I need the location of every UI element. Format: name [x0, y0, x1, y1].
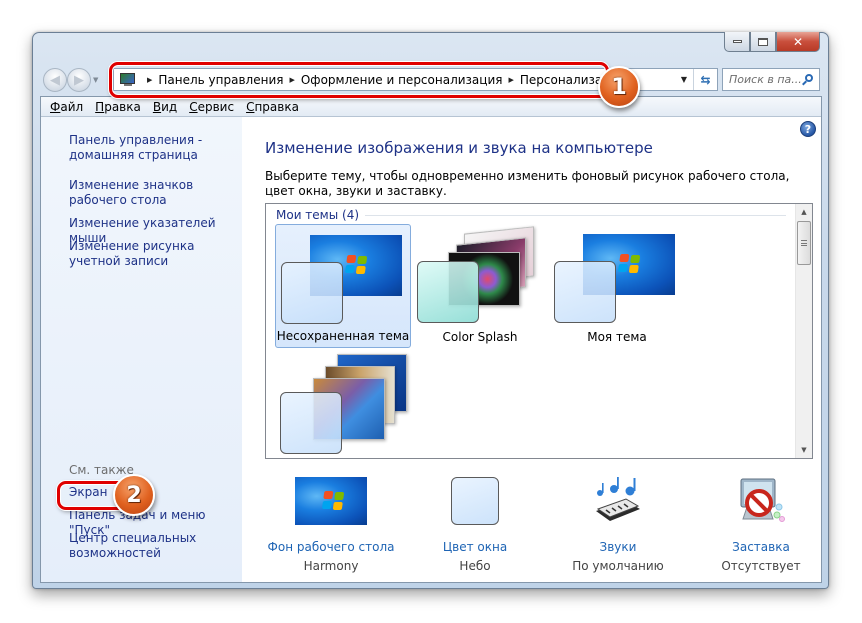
sidebar-link-control-panel-home[interactable]: Панель управления - домашняя страница [69, 133, 244, 163]
menu-tools[interactable]: Сервис [189, 100, 234, 114]
group-divider [365, 214, 786, 216]
group-header-label: Мои темы (4) [276, 208, 360, 222]
maximize-button[interactable] [750, 32, 776, 52]
navigation-bar: ◀ ▶ ▼ ▶ Панель управления ▶ Оформление и… [41, 66, 820, 92]
menu-view[interactable]: Вид [153, 100, 177, 114]
search-box[interactable] [722, 68, 820, 91]
sidebar-link-account-picture[interactable]: Изменение рисунка учетной записи [69, 239, 244, 269]
breadcrumb-appearance[interactable]: Оформление и персонализация [301, 73, 503, 87]
back-arrow-icon: ◀ [50, 72, 60, 88]
client-area: Файл Правка Вид Сервис Справка Панель уп… [40, 96, 822, 583]
screen-saver-value: Отсутствует [721, 559, 801, 573]
windows-logo-icon [344, 255, 370, 275]
theme-name: Моя тема [587, 330, 647, 344]
desktop-background-value: Harmony [303, 559, 359, 573]
maximize-icon [758, 37, 768, 46]
menu-file[interactable]: Файл [50, 100, 83, 114]
close-icon: ✕ [792, 34, 804, 49]
theme-name: Color Splash [442, 330, 518, 344]
group-header-my-themes[interactable]: Мои темы (4) [276, 208, 786, 222]
scroll-down-arrow-icon[interactable]: ▼ [796, 442, 812, 458]
sidebar-link-desktop-icons[interactable]: Изменение значков рабочего стола [69, 178, 244, 208]
theme-window-color-swatch [281, 262, 343, 324]
control-panel-icon [119, 72, 137, 87]
desktop-background-link[interactable]: Фон рабочего стола [256, 540, 406, 554]
scroll-thumb[interactable] [797, 221, 811, 265]
theme-window-color-swatch [280, 392, 342, 454]
menu-help[interactable]: Справка [246, 100, 299, 114]
screen-saver-link[interactable]: Заставка [686, 540, 836, 554]
forward-arrow-icon: ▶ [74, 72, 84, 88]
sounds-link[interactable]: Звуки [543, 540, 693, 554]
menu-bar: Файл Правка Вид Сервис Справка [41, 97, 821, 117]
annotation-badge-1: 1 [598, 66, 640, 108]
windows-logo-icon [321, 491, 347, 511]
windows-logo-icon [617, 254, 643, 274]
breadcrumb-chevron-icon[interactable]: ▶ [289, 76, 294, 84]
theme-tile-architecture[interactable] [275, 350, 411, 458]
forward-button[interactable]: ▶ [67, 68, 91, 92]
grip-icon [801, 240, 807, 246]
minimize-icon [732, 40, 742, 43]
sidebar-link-ease-of-access[interactable]: Центр специальных возможностей [69, 531, 199, 561]
close-button[interactable]: ✕ [776, 32, 820, 52]
back-button[interactable]: ◀ [43, 68, 67, 92]
window-color-link[interactable]: Цвет окна [400, 540, 550, 554]
address-dropdown-button[interactable]: ▼ [675, 75, 693, 84]
sounds-value: По умолчанию [572, 559, 664, 573]
page-description: Выберите тему, чтобы одновременно измени… [265, 169, 790, 198]
help-icon[interactable]: ? [800, 121, 816, 137]
refresh-icon: ⇆ [700, 72, 711, 87]
desktop-background-thumbnail [295, 477, 367, 525]
theme-window-color-swatch [417, 261, 479, 323]
recent-pages-dropdown[interactable]: ▼ [93, 76, 98, 84]
menu-edit[interactable]: Правка [95, 100, 141, 114]
breadcrumb-control-panel[interactable]: Панель управления [158, 73, 283, 87]
scroll-up-arrow-icon[interactable]: ▲ [796, 204, 812, 220]
window-color-swatch [451, 477, 499, 525]
sidebar-link-display[interactable]: Экран [69, 485, 244, 500]
breadcrumb-chevron-icon[interactable]: ▶ [147, 76, 152, 84]
theme-window-color-swatch [554, 261, 616, 323]
see-also-label: См. также [69, 463, 134, 477]
window-controls: ✕ [724, 32, 820, 52]
refresh-button[interactable]: ⇆ [693, 69, 717, 90]
minimize-button[interactable] [724, 32, 750, 52]
theme-name: Несохраненная тема [276, 329, 410, 343]
search-input[interactable] [729, 73, 801, 86]
page-title: Изменение изображения и звука на компьют… [265, 139, 653, 157]
annotation-badge-2: 2 [113, 474, 155, 516]
search-icon[interactable] [801, 73, 815, 87]
main-content: ? Изменение изображения и звука на компь… [242, 117, 821, 582]
theme-tile-unsaved[interactable]: Несохраненная тема [275, 224, 411, 348]
theme-tile-my-theme[interactable]: Моя тема [549, 224, 685, 348]
themes-list: Мои темы (4) Несохраненная тема Color Sp… [265, 203, 813, 459]
screen-saver-icon [740, 478, 785, 522]
window-color-value: Небо [459, 559, 491, 573]
sounds-icon [596, 477, 640, 521]
theme-tile-color-splash[interactable]: Color Splash [412, 224, 548, 348]
breadcrumb-chevron-icon[interactable]: ▶ [508, 76, 513, 84]
themes-scrollbar[interactable]: ▲ ▼ [795, 204, 812, 458]
